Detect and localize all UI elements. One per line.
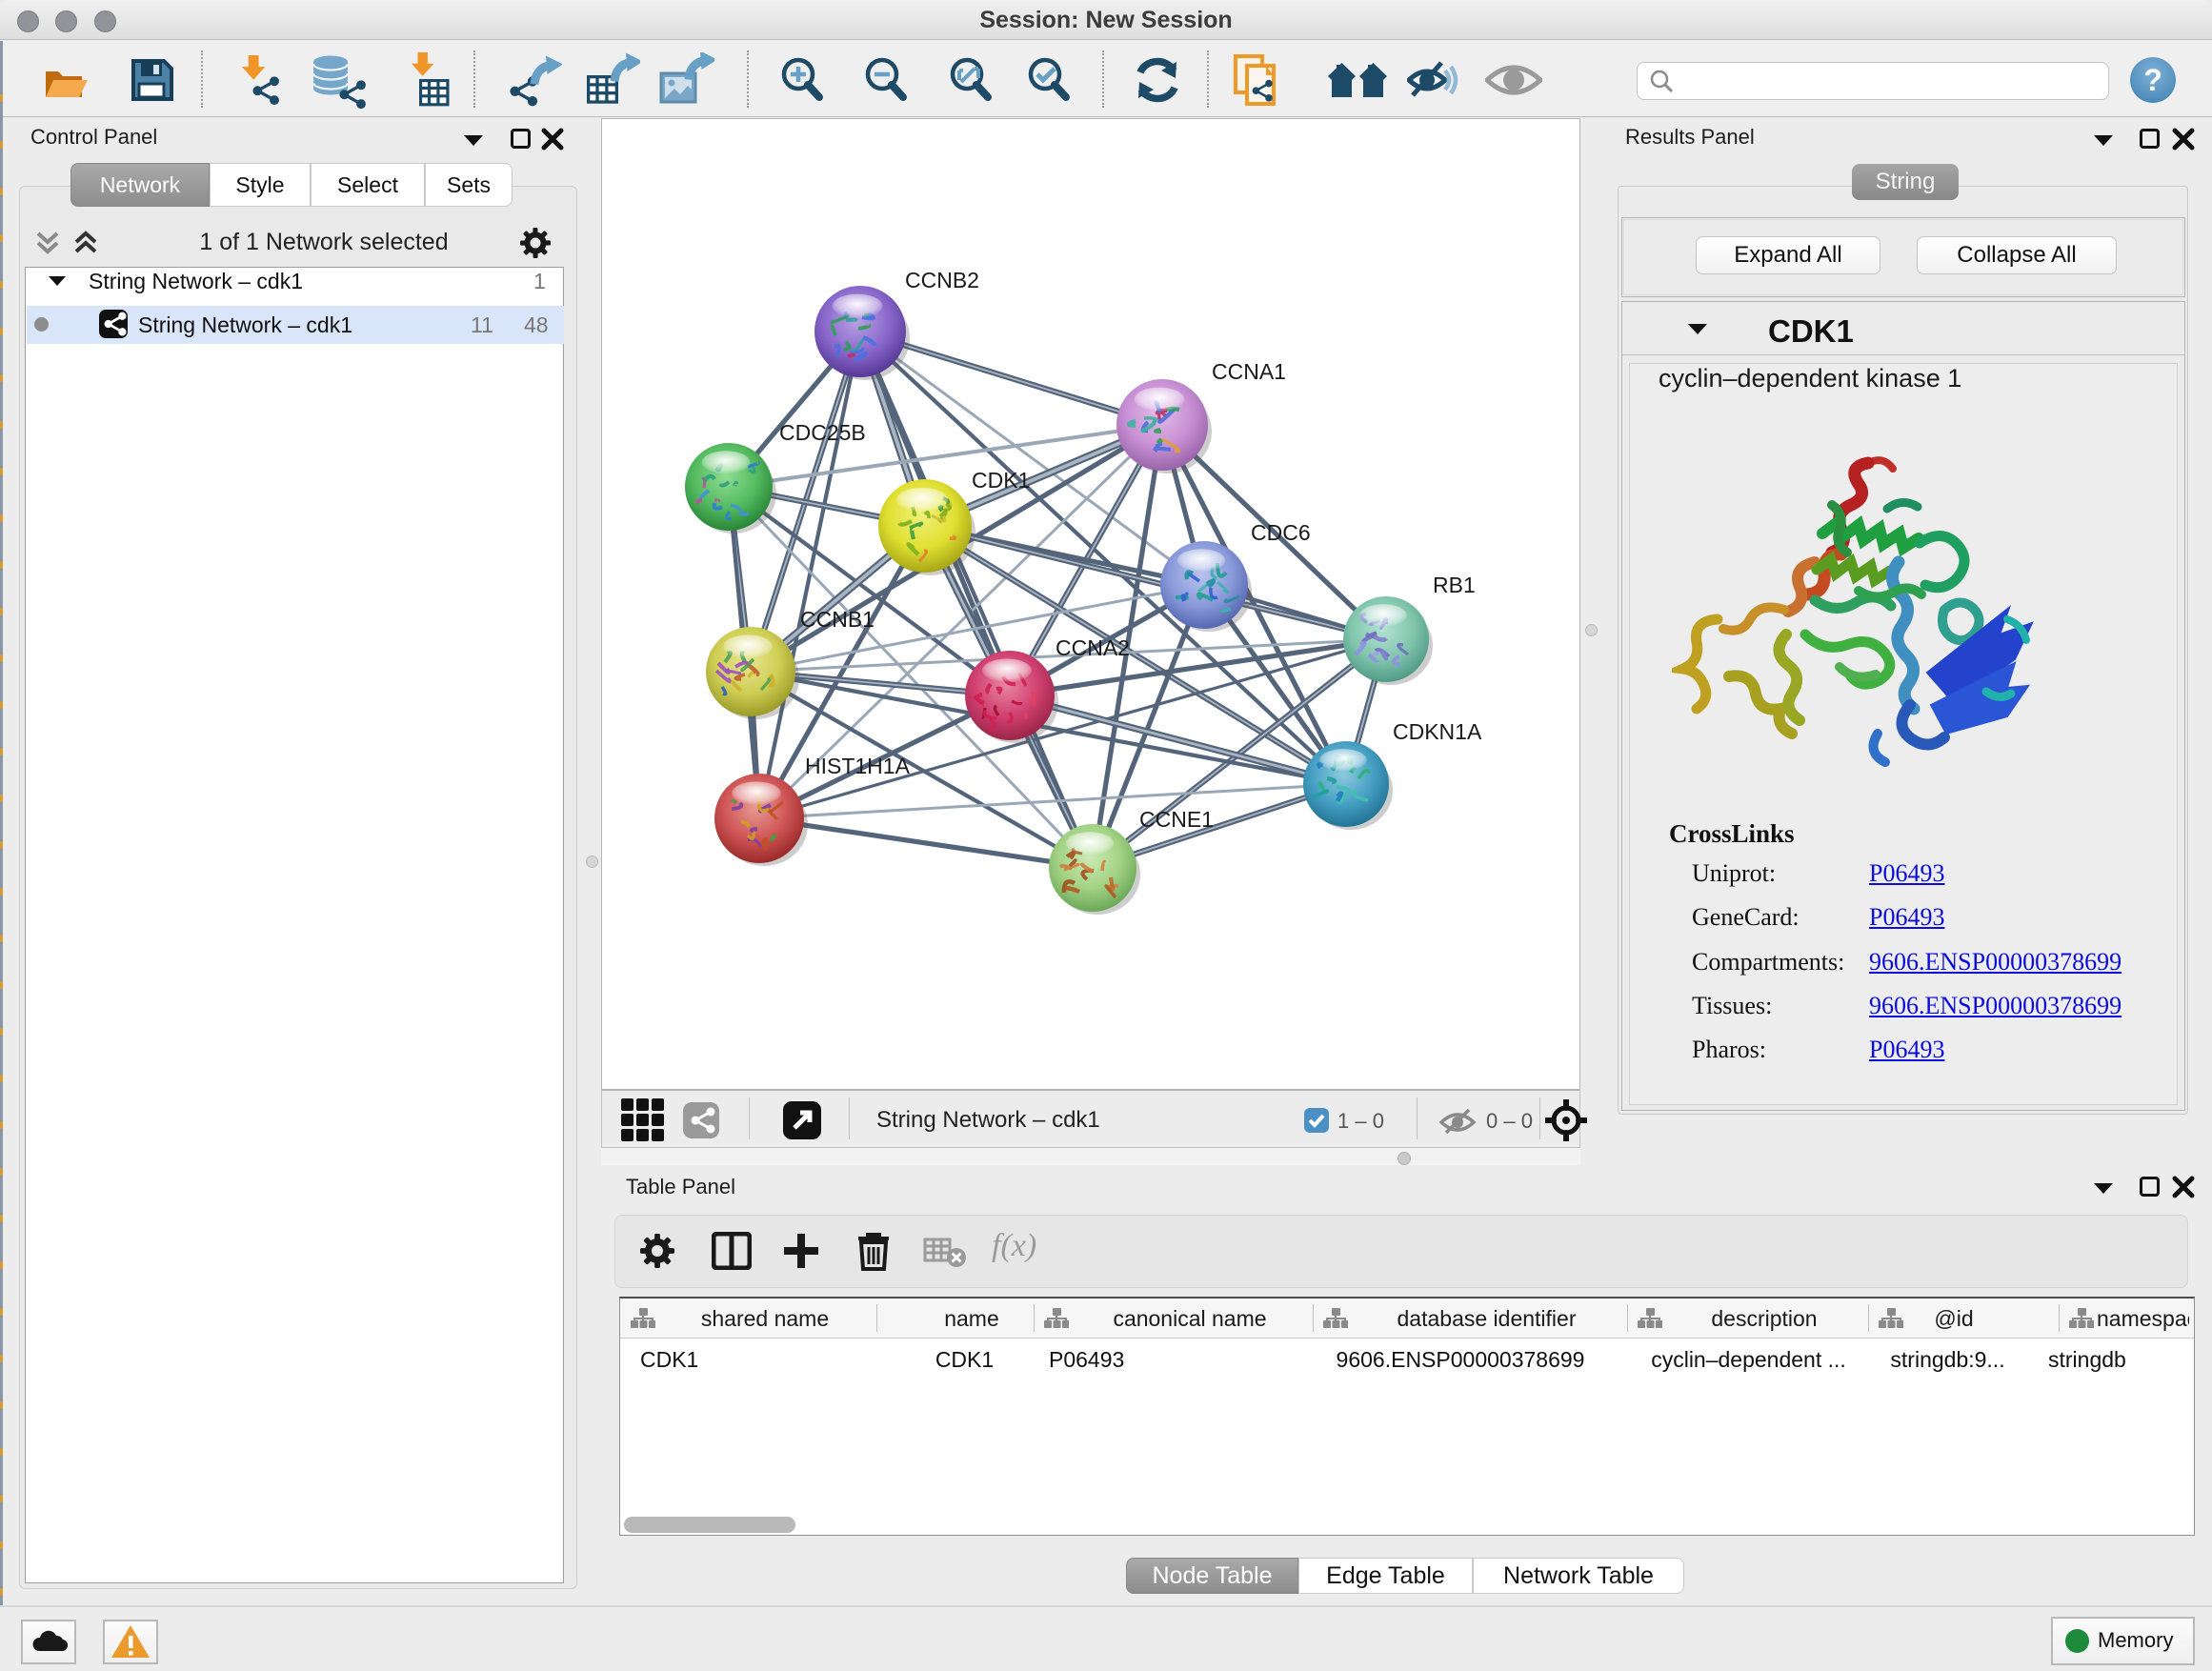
svg-text:CDKN1A: CDKN1A [1393, 719, 1482, 744]
svg-text:CDC6: CDC6 [1251, 520, 1311, 545]
svg-text:CCNE1: CCNE1 [1139, 807, 1214, 832]
svg-text:CDK1: CDK1 [972, 468, 1030, 493]
svg-text:CCNA2: CCNA2 [1056, 635, 1130, 660]
svg-text:CCNB1: CCNB1 [800, 607, 875, 632]
svg-text:RB1: RB1 [1433, 573, 1476, 597]
svg-text:CDC25B: CDC25B [779, 420, 866, 445]
svg-text:HIST1H1A: HIST1H1A [805, 754, 911, 778]
svg-text:CCNB2: CCNB2 [905, 268, 979, 292]
svg-text:?: ? [2143, 63, 2162, 97]
svg-text:CCNA1: CCNA1 [1212, 359, 1286, 384]
